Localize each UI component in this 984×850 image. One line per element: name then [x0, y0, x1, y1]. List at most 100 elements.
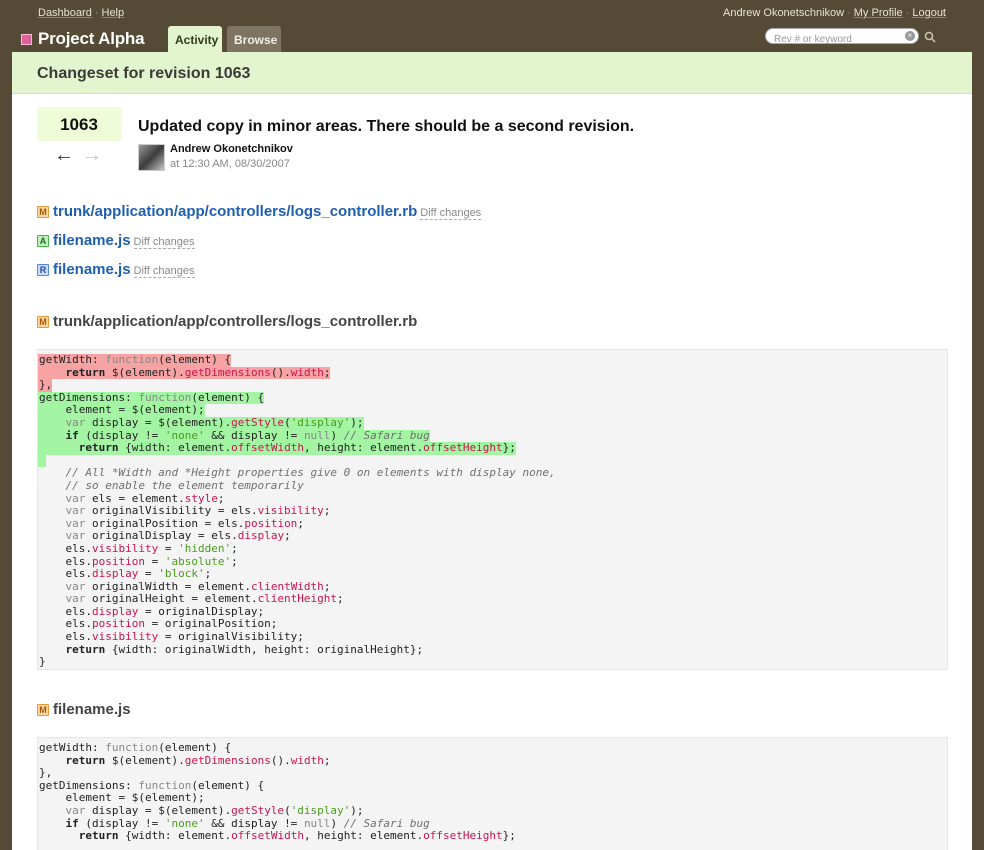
code-token: (). — [270, 753, 291, 767]
code-token: display = $(element). — [85, 803, 232, 817]
nav-separator: · — [847, 7, 851, 19]
my-profile-link[interactable]: My Profile — [854, 7, 903, 19]
code-token: ; — [231, 541, 238, 555]
code-token: getDimensions — [184, 753, 271, 767]
clear-search-icon[interactable]: × — [905, 31, 915, 41]
tab-activity[interactable]: Activity — [168, 26, 222, 53]
code-token: && display != — [204, 816, 304, 830]
code-token: return — [65, 642, 106, 656]
code-token: }, — [39, 766, 53, 780]
search-input[interactable] — [766, 33, 902, 45]
help-link[interactable]: Help — [102, 7, 125, 19]
code-token: // All *Width and *Height properties giv… — [65, 466, 556, 480]
code-token: ; — [231, 554, 238, 568]
code-token: var — [65, 592, 86, 606]
file-link[interactable]: filename.js — [53, 261, 131, 278]
code-token: var — [65, 516, 86, 530]
project-title: Project Alpha — [38, 29, 145, 48]
code-token: (element) { — [191, 390, 265, 404]
code-token: var — [65, 579, 86, 593]
code-token: 'display' — [290, 415, 351, 429]
code-token: var — [65, 491, 86, 505]
logout-link[interactable]: Logout — [912, 7, 946, 19]
diff-changes-link[interactable]: Diff changes — [133, 236, 195, 249]
code-token: originalDisplay = els. — [85, 529, 238, 543]
code-token: ; — [337, 592, 344, 606]
code-token: display — [91, 567, 139, 581]
code-token: originalPosition = els. — [85, 516, 245, 530]
modified-badge-icon: M — [37, 316, 49, 328]
code-token: (display != — [78, 428, 165, 442]
code-token: var — [65, 529, 86, 543]
code-token: return — [78, 441, 119, 455]
code-token: {width: element. — [118, 441, 232, 455]
search-icon[interactable] — [924, 31, 936, 43]
revision-number: 1063 — [37, 107, 121, 141]
code-token: originalHeight = element. — [85, 592, 258, 606]
code-token: (). — [270, 365, 291, 379]
file-link[interactable]: filename.js — [53, 232, 131, 249]
section-filename: trunk/application/app/controllers/logs_c… — [53, 313, 418, 330]
dashboard-link[interactable]: Dashboard — [38, 7, 92, 19]
code-token: ; — [323, 504, 331, 518]
code-token: clientHeight — [257, 592, 338, 606]
code-token: , height: element. — [303, 441, 424, 455]
code-token: $(element). — [105, 365, 185, 379]
code-token: {width: element. — [118, 829, 232, 843]
code-token: }; — [502, 829, 516, 843]
previous-revision-arrow-icon[interactable]: ← — [54, 144, 74, 166]
code-token: getDimensions: — [39, 778, 139, 792]
code-line: return {width: element.offsetWidth, heig… — [38, 829, 947, 843]
section-title: Mtrunk/application/app/controllers/logs_… — [37, 313, 417, 330]
code-token: , height: element. — [303, 829, 424, 843]
project-color-icon — [21, 33, 32, 45]
code-token: return — [65, 753, 106, 767]
code-token: }, — [39, 378, 53, 392]
code-token: // so enable the element temporarily — [65, 478, 304, 492]
code-token: position — [244, 516, 298, 530]
code-token: getStyle — [231, 803, 285, 817]
code-token: $(element). — [105, 753, 185, 767]
section-filename: filename.js — [53, 701, 131, 718]
file-link[interactable]: trunk/application/app/controllers/logs_c… — [53, 203, 417, 220]
code-token: ; — [323, 365, 331, 379]
code-token: clientWidth — [250, 579, 324, 593]
code-token: (element) { — [158, 353, 232, 366]
code-token: ( — [284, 803, 291, 817]
code-token: function — [105, 353, 159, 366]
code-token: visibility — [257, 504, 324, 518]
code-token: null — [303, 816, 331, 830]
code-token: }; — [502, 441, 516, 455]
code-token: = originalVisibility; — [158, 630, 304, 644]
main-content: Changeset for revision 1063 1063 ← → Upda… — [12, 52, 972, 850]
code-token: getDimensions: — [39, 390, 139, 404]
code-token: function — [105, 741, 159, 754]
code-token: offsetHeight — [423, 441, 503, 455]
code-token: position — [91, 617, 145, 631]
code-token: function — [138, 778, 192, 792]
tab-browse[interactable]: Browse — [227, 26, 281, 53]
code-token: = — [144, 554, 165, 568]
code-token: originalWidth = element. — [85, 579, 251, 593]
code-token: = — [138, 567, 159, 581]
commit-timestamp: at 12:30 AM, 08/30/2007 — [170, 158, 290, 170]
code-diff-block: getWidth: function(element) { return $(e… — [37, 349, 948, 670]
code-token: = originalDisplay; — [138, 604, 265, 618]
next-revision-arrow-icon: → — [82, 144, 102, 166]
diff-changes-link[interactable]: Diff changes — [133, 265, 195, 278]
commit-author: Andrew Okonetchnikov — [170, 143, 293, 155]
code-line: return $(element).getDimensions().width; — [38, 365, 331, 380]
code-token: width — [290, 753, 324, 767]
diff-changes-link[interactable]: Diff changes — [420, 207, 482, 220]
code-token: display — [91, 604, 139, 618]
